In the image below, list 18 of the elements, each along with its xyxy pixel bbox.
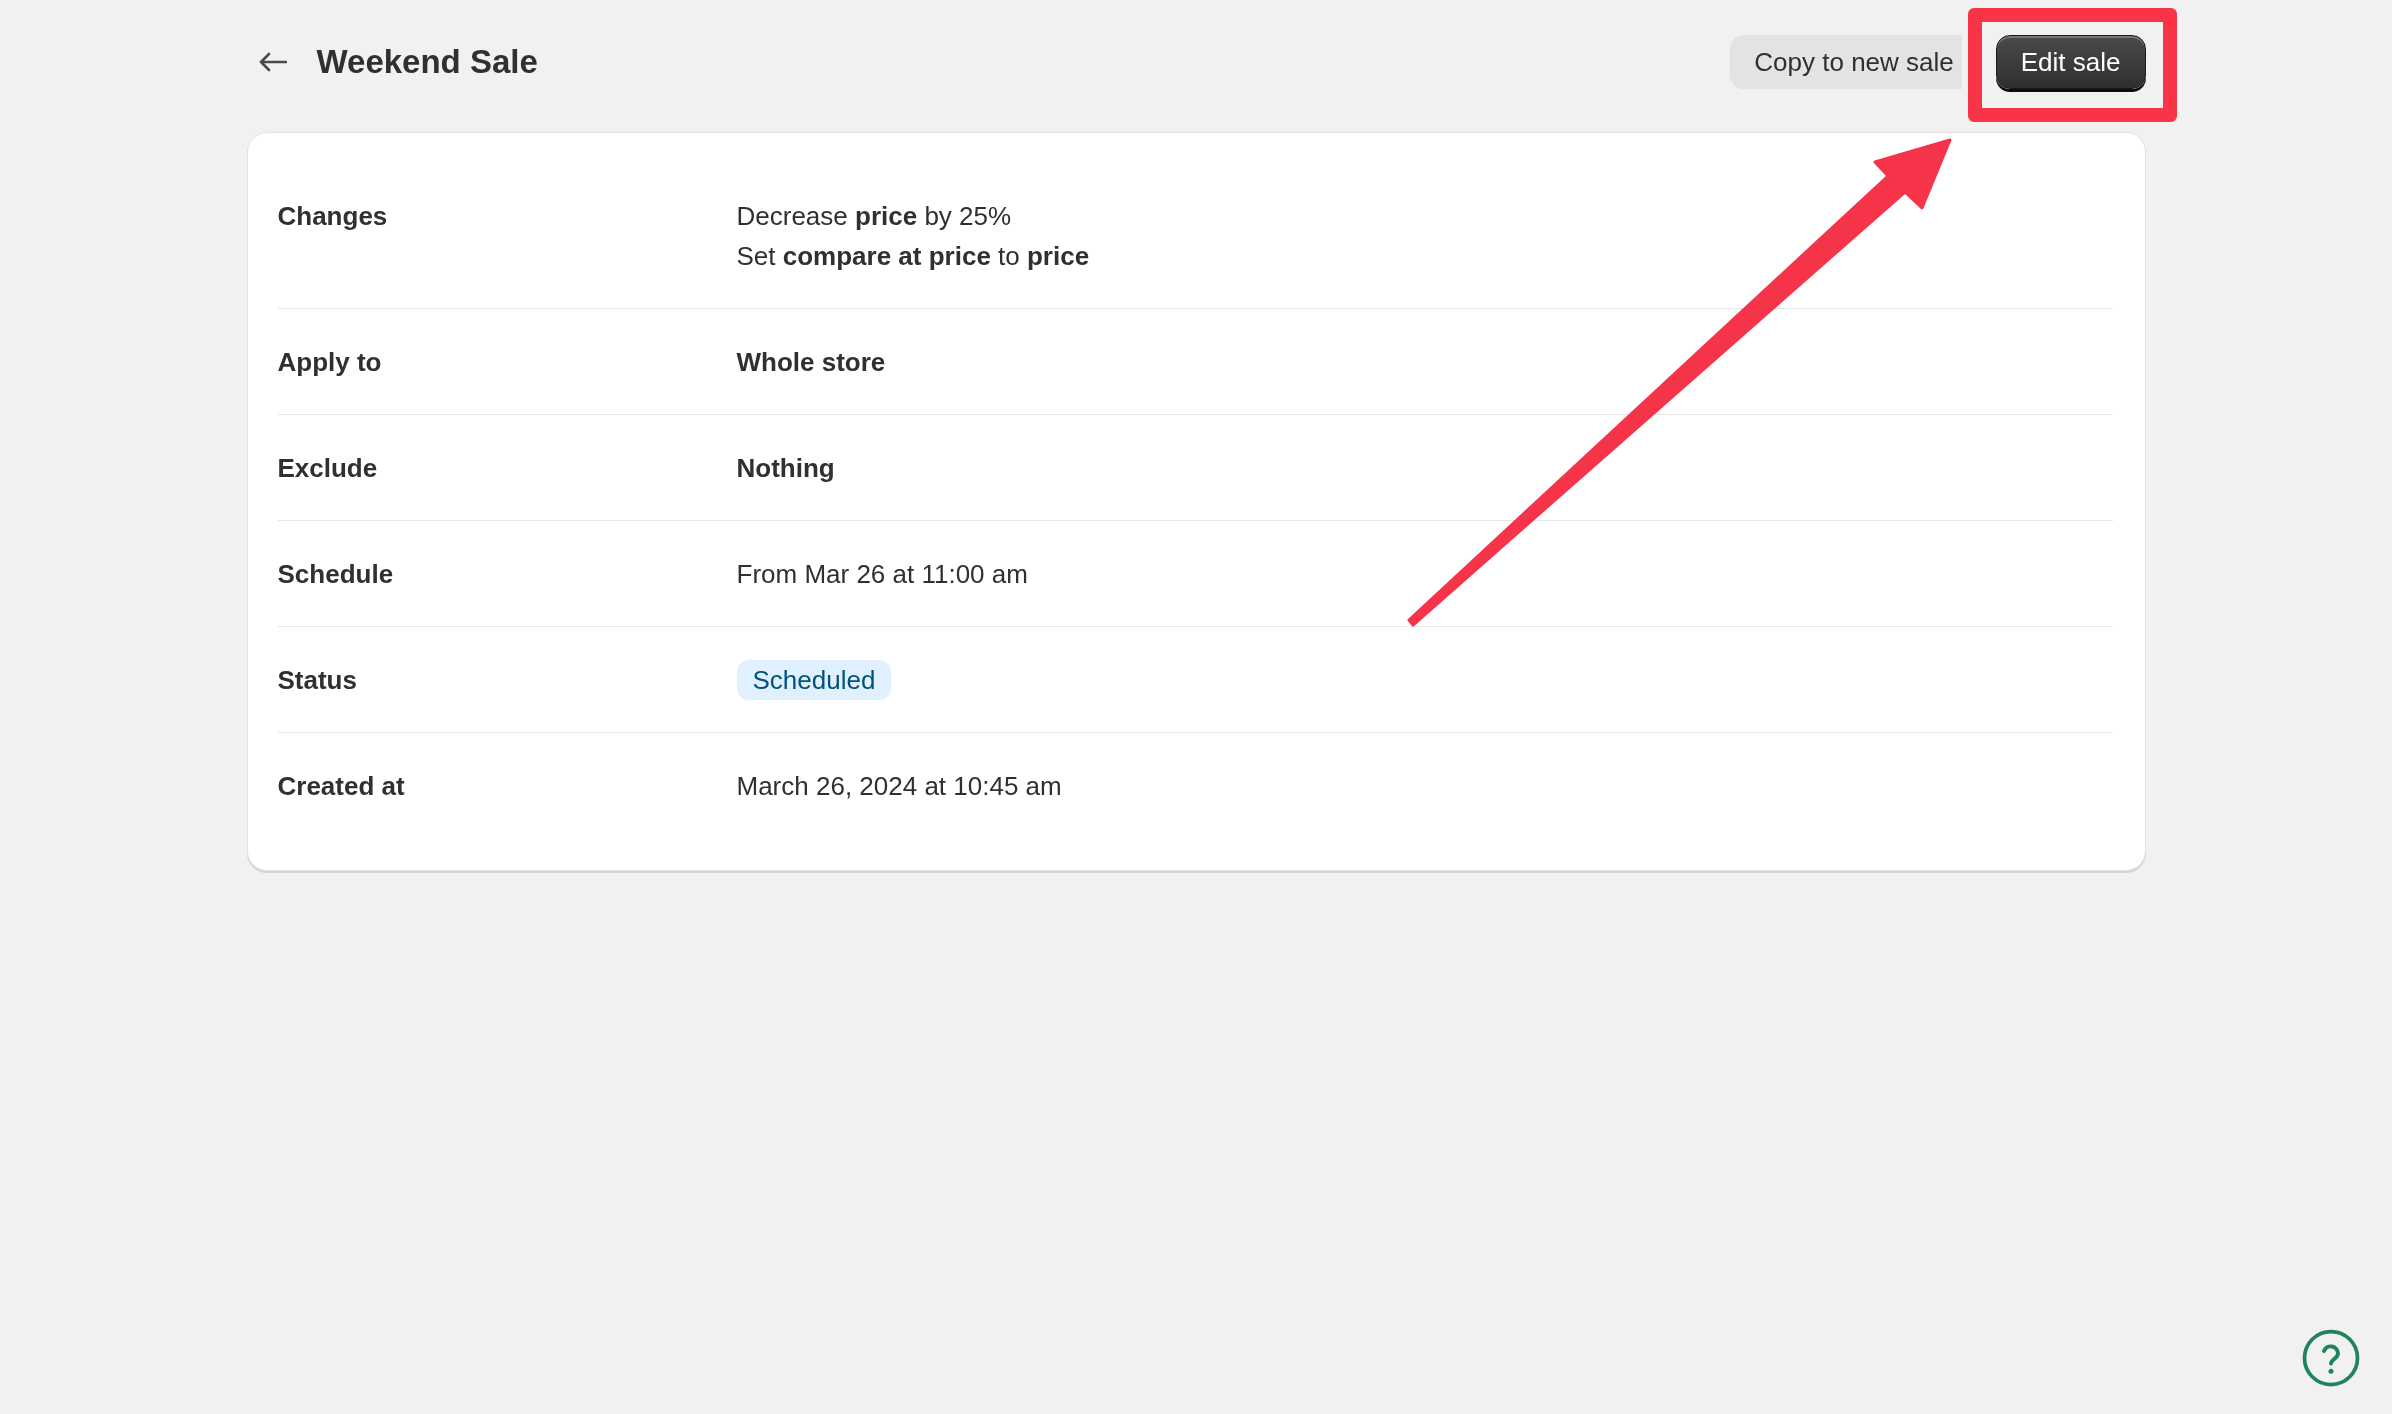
change-line: Set compare at price to price (736, 240, 1090, 273)
primary-button[interactable]: Edit sale (1995, 35, 2146, 89)
detail-label: Created at (277, 770, 405, 803)
detail-label: Status (277, 664, 357, 697)
detail-value: Nothing (736, 452, 835, 485)
secondary-button[interactable]: Copy to new sale (1730, 35, 1962, 89)
detail-value: Whole store (736, 346, 886, 379)
change-line: Decrease price by 25% (736, 200, 1012, 233)
detail-label: Apply to (277, 346, 382, 379)
detail-value: From Mar 26 at 11:00 am (736, 558, 1028, 591)
arrow-left-icon[interactable] (258, 52, 287, 72)
detail-label: Exclude (277, 452, 378, 485)
help-icon[interactable] (2301, 1328, 2361, 1388)
detail-label: Schedule (277, 558, 394, 591)
detail-value: March 26, 2024 at 10:45 am (736, 770, 1062, 803)
status-badge: Scheduled (736, 660, 892, 700)
detail-label: Changes (277, 200, 388, 233)
page-title: Weekend Sale (316, 43, 538, 81)
